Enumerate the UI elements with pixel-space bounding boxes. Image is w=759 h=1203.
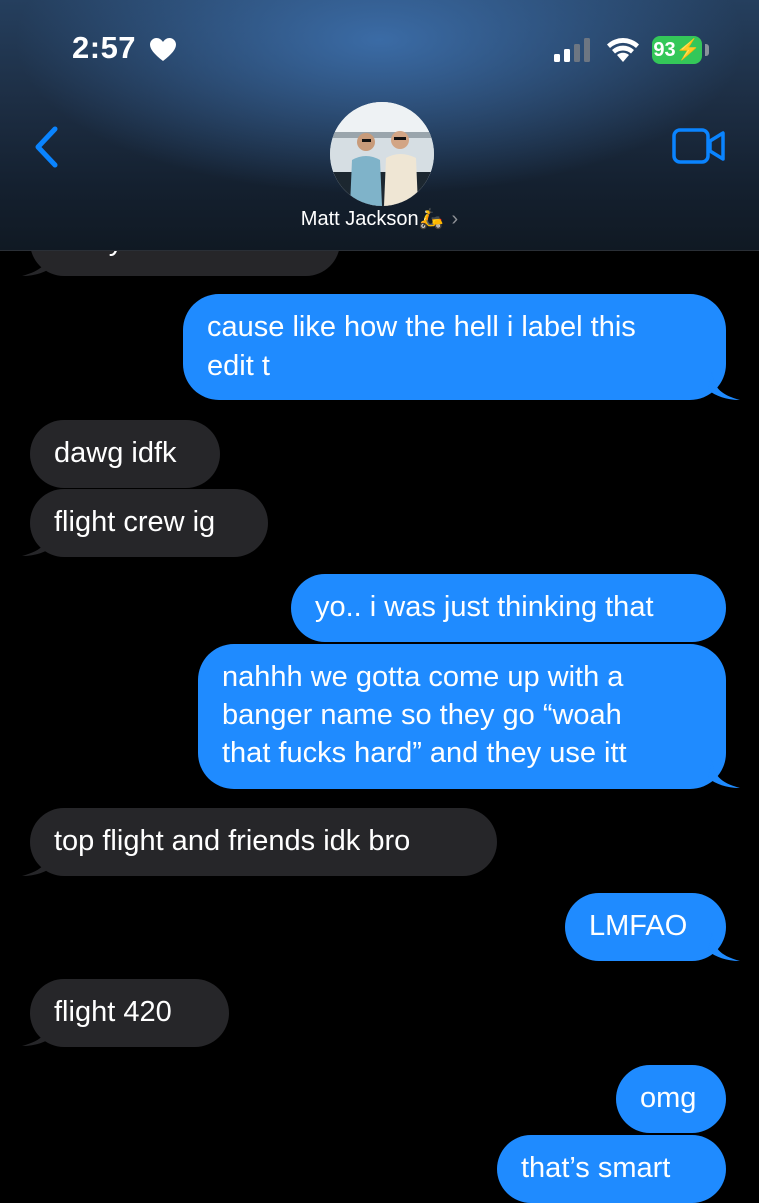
message-bubble-received[interactable]: flight crew ig	[30, 489, 268, 557]
message-text: dawg idfk	[54, 437, 177, 469]
message-bubble-sent[interactable]: cause like how the hell i label this edi…	[183, 294, 726, 400]
message-text: omg	[640, 1082, 697, 1114]
back-chevron-icon[interactable]	[32, 126, 60, 168]
heart-icon	[150, 38, 176, 61]
video-call-icon[interactable]	[672, 128, 726, 164]
message-text: LMFAO	[589, 910, 688, 942]
message-text-line: cause like how the hell i label this	[207, 311, 636, 343]
message-text: flight crew ig	[54, 506, 216, 538]
cellular-signal-icon	[554, 38, 590, 62]
contact-name: Matt Jackson🛵	[300, 208, 444, 230]
bubble-tail	[22, 1020, 54, 1046]
battery-level: 93	[653, 39, 676, 61]
message-text-line: nahhh we gotta come up with a	[222, 661, 624, 693]
bubble-tail	[22, 530, 54, 556]
contact-avatar[interactable]	[330, 102, 434, 206]
message-bubble-sent[interactable]: nahhh we gotta come up with a banger nam…	[198, 644, 726, 789]
status-time: 2:57	[72, 30, 137, 65]
message-bubble-received[interactable]: flight 420	[30, 979, 229, 1047]
message-text: that’s smart	[521, 1152, 671, 1184]
battery-tip	[705, 44, 709, 56]
message-bubble-sent[interactable]: LMFAO	[565, 893, 726, 961]
contact-name-button[interactable]: Matt Jackson🛵 ›	[0, 206, 759, 231]
bubble-tail	[708, 372, 740, 400]
bubble-tail	[22, 850, 54, 876]
message-bubble-sent[interactable]: yo.. i was just thinking that	[291, 574, 726, 642]
avatar-photo	[330, 102, 434, 206]
chevron-right-icon: ›	[451, 208, 459, 230]
message-text: top flight and friends idk bro	[54, 825, 411, 857]
message-text: flight 420	[54, 996, 172, 1028]
message-text-line: that fucks hard” and they use itt	[222, 737, 627, 769]
bubble-tail	[708, 760, 740, 788]
conversation-header: 2:57 93⚡ Matt Jackson🛵 ›	[0, 0, 759, 251]
message-bubble-received[interactable]: top flight and friends idk bro	[30, 808, 497, 876]
message-bubble-received[interactable]: dawg idfk	[30, 420, 220, 488]
message-text: yo.. i was just thinking that	[315, 591, 654, 623]
bubble-tail	[22, 250, 54, 276]
message-bubble-sent[interactable]: that’s smart	[497, 1135, 726, 1203]
battery-charging-icon: 93⚡	[652, 36, 702, 64]
bubble-tail	[708, 933, 740, 961]
message-text-line: banger name so they go “woah	[222, 699, 622, 731]
wifi-icon	[607, 38, 639, 62]
message-text-line: edit t	[207, 350, 270, 382]
message-bubble-sent[interactable]: omg	[616, 1065, 726, 1133]
